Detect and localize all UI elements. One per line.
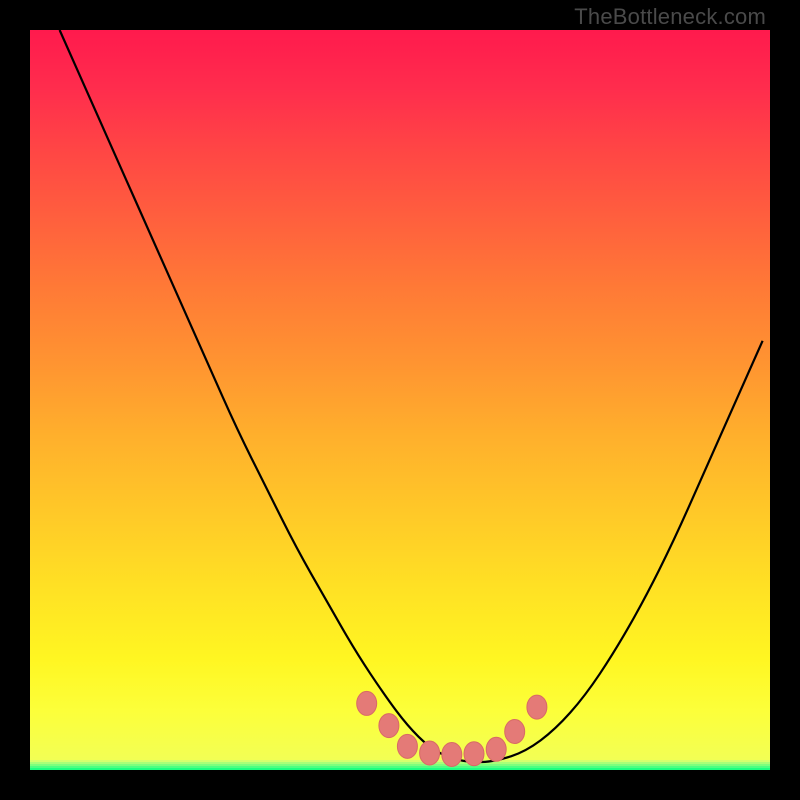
highlight-dot bbox=[486, 737, 506, 761]
bottleneck-curve-svg bbox=[30, 30, 770, 770]
bottleneck-curve bbox=[60, 30, 763, 762]
highlight-dot bbox=[357, 691, 377, 715]
chart-frame: TheBottleneck.com bbox=[0, 0, 800, 800]
highlight-dots bbox=[357, 691, 547, 766]
watermark-text: TheBottleneck.com bbox=[574, 4, 766, 30]
highlight-dot bbox=[464, 742, 484, 766]
plot-area bbox=[30, 30, 770, 770]
highlight-dot bbox=[442, 742, 462, 766]
highlight-dot bbox=[505, 720, 525, 744]
highlight-dot bbox=[420, 741, 440, 765]
highlight-dot bbox=[397, 734, 417, 758]
highlight-dot bbox=[379, 714, 399, 738]
highlight-dot bbox=[527, 695, 547, 719]
